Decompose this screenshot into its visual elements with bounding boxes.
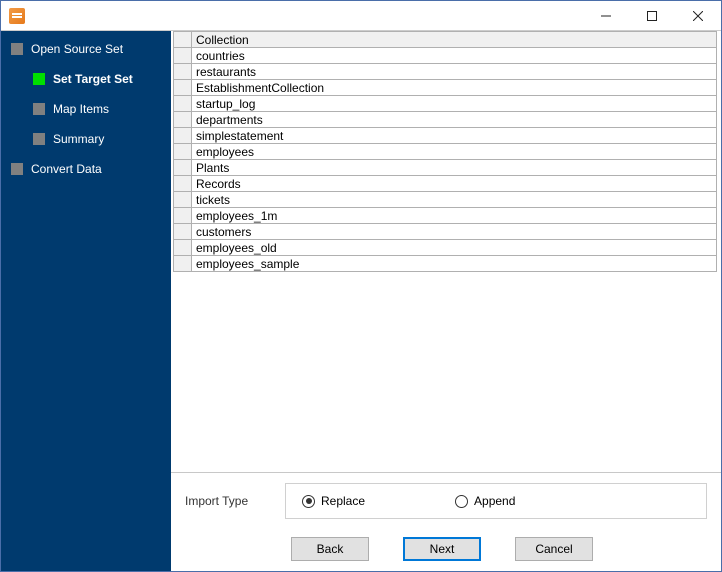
wizard-buttons: Back Next Cancel — [171, 529, 721, 571]
step-label: Summary — [53, 132, 104, 146]
minimize-icon — [601, 11, 611, 21]
row-selector[interactable] — [174, 112, 192, 128]
table-row[interactable]: Records — [174, 176, 717, 192]
table-header-row: Collection — [174, 32, 717, 48]
row-selector[interactable] — [174, 224, 192, 240]
row-selector[interactable] — [174, 96, 192, 112]
back-button[interactable]: Back — [291, 537, 369, 561]
table-row[interactable]: departments — [174, 112, 717, 128]
step-marker-icon — [33, 103, 45, 115]
cancel-button[interactable]: Cancel — [515, 537, 593, 561]
radio-icon — [455, 495, 468, 508]
step-convert-data[interactable]: Convert Data — [11, 157, 167, 181]
radio-label: Replace — [321, 494, 365, 508]
app-icon — [9, 8, 25, 24]
collection-cell[interactable]: tickets — [192, 192, 717, 208]
step-label: Convert Data — [31, 162, 102, 176]
step-marker-icon — [11, 163, 23, 175]
table-row[interactable]: employees_sample — [174, 256, 717, 272]
table-row[interactable]: startup_log — [174, 96, 717, 112]
collection-table: Collection countriesrestaurantsEstablish… — [173, 31, 717, 272]
collection-cell[interactable]: simplestatement — [192, 128, 717, 144]
collection-cell[interactable]: departments — [192, 112, 717, 128]
table-row[interactable]: simplestatement — [174, 128, 717, 144]
row-selector[interactable] — [174, 48, 192, 64]
row-selector[interactable] — [174, 176, 192, 192]
import-option-replace[interactable]: Replace — [302, 494, 365, 508]
table-row[interactable]: EstablishmentCollection — [174, 80, 717, 96]
app-window: Open Source Set Set Target Set Map Items Su… — [0, 0, 722, 572]
step-label: Open Source Set — [31, 42, 123, 56]
collection-cell[interactable]: Plants — [192, 160, 717, 176]
import-type-row: Import Type Replace Append — [171, 473, 721, 529]
table-row[interactable]: employees_1m — [174, 208, 717, 224]
row-selector[interactable] — [174, 160, 192, 176]
step-label: Map Items — [53, 102, 109, 116]
maximize-button[interactable] — [629, 1, 675, 31]
sidebar: Open Source Set Set Target Set Map Items Su… — [1, 31, 171, 571]
table-row[interactable]: customers — [174, 224, 717, 240]
step-label: Set Target Set — [53, 72, 133, 86]
next-button[interactable]: Next — [403, 537, 481, 561]
import-option-append[interactable]: Append — [455, 494, 515, 508]
step-marker-icon — [33, 133, 45, 145]
step-open-source-set[interactable]: Open Source Set — [11, 37, 167, 61]
step-map-items[interactable]: Map Items — [33, 97, 167, 121]
column-header-collection[interactable]: Collection — [192, 32, 717, 48]
collection-cell[interactable]: restaurants — [192, 64, 717, 80]
close-icon — [693, 11, 703, 21]
table-row[interactable]: employees — [174, 144, 717, 160]
collection-cell[interactable]: countries — [192, 48, 717, 64]
row-selector[interactable] — [174, 192, 192, 208]
table-row[interactable]: employees_old — [174, 240, 717, 256]
step-set-target-set[interactable]: Set Target Set — [33, 67, 167, 91]
minimize-button[interactable] — [583, 1, 629, 31]
table-row[interactable]: Plants — [174, 160, 717, 176]
maximize-icon — [647, 11, 657, 21]
wizard-steps: Open Source Set Set Target Set Map Items Su… — [5, 37, 167, 181]
import-type-group: Replace Append — [285, 483, 707, 519]
row-selector[interactable] — [174, 208, 192, 224]
row-selector[interactable] — [174, 256, 192, 272]
row-selector[interactable] — [174, 64, 192, 80]
collection-cell[interactable]: Records — [192, 176, 717, 192]
row-selector[interactable] — [174, 144, 192, 160]
table-row[interactable]: tickets — [174, 192, 717, 208]
step-marker-icon — [33, 73, 45, 85]
collection-cell[interactable]: employees_1m — [192, 208, 717, 224]
body: Open Source Set Set Target Set Map Items Su… — [1, 31, 721, 571]
collection-table-wrap[interactable]: Collection countriesrestaurantsEstablish… — [171, 31, 721, 473]
collection-cell[interactable]: employees_old — [192, 240, 717, 256]
titlebar — [1, 1, 721, 31]
table-row[interactable]: restaurants — [174, 64, 717, 80]
main-panel: Collection countriesrestaurantsEstablish… — [171, 31, 721, 571]
import-type-label: Import Type — [185, 494, 285, 508]
radio-label: Append — [474, 494, 515, 508]
row-selector[interactable] — [174, 80, 192, 96]
row-selector[interactable] — [174, 240, 192, 256]
row-selector-header[interactable] — [174, 32, 192, 48]
collection-cell[interactable]: employees — [192, 144, 717, 160]
step-summary[interactable]: Summary — [33, 127, 167, 151]
table-row[interactable]: countries — [174, 48, 717, 64]
collection-cell[interactable]: customers — [192, 224, 717, 240]
row-selector[interactable] — [174, 128, 192, 144]
collection-cell[interactable]: employees_sample — [192, 256, 717, 272]
radio-icon — [302, 495, 315, 508]
close-button[interactable] — [675, 1, 721, 31]
collection-cell[interactable]: EstablishmentCollection — [192, 80, 717, 96]
collection-cell[interactable]: startup_log — [192, 96, 717, 112]
step-marker-icon — [11, 43, 23, 55]
